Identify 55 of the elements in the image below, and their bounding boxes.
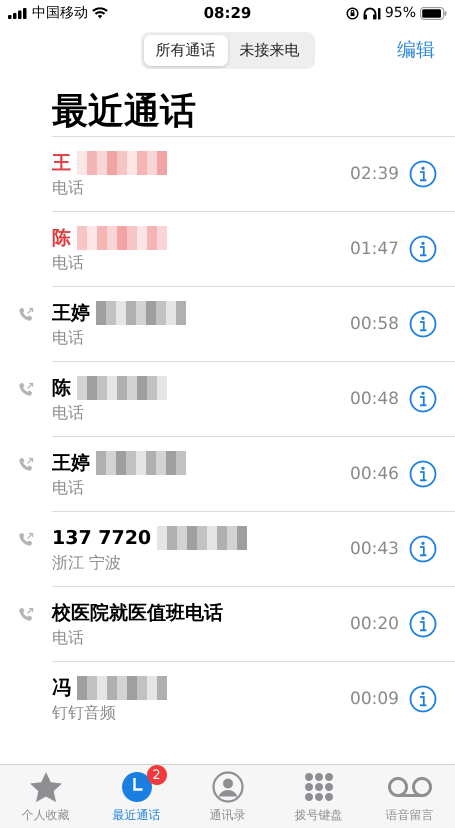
star-icon bbox=[28, 771, 62, 803]
keypad-icon bbox=[304, 772, 334, 802]
edit-button[interactable]: 编辑 bbox=[397, 37, 435, 63]
rotation-lock-icon bbox=[346, 6, 359, 20]
tab-bar-item[interactable]: 拨号键盘 bbox=[273, 765, 364, 828]
tab-bar-item[interactable]: 语音留言 bbox=[364, 765, 455, 828]
call-time: 00:46 bbox=[350, 464, 399, 484]
notification-badge: 2 bbox=[146, 765, 166, 785]
page-title: 最近通话 bbox=[51, 90, 197, 134]
call-time: 02:39 bbox=[350, 164, 399, 184]
contact-name: 王 bbox=[52, 150, 71, 176]
segment-tab[interactable]: 未接来电 bbox=[228, 34, 312, 66]
tab-bar-item[interactable]: 通讯录 bbox=[182, 765, 273, 828]
call-time: 00:48 bbox=[350, 389, 399, 409]
tab-bar-item[interactable]: 个人收藏 bbox=[0, 765, 91, 828]
carrier-name: 中国移动 bbox=[32, 4, 88, 22]
call-type-label: 钉钉音频 bbox=[52, 702, 117, 724]
info-icon[interactable] bbox=[409, 535, 437, 563]
info-icon[interactable] bbox=[409, 385, 437, 413]
call-type-label: 电话 bbox=[52, 402, 85, 424]
headphones-icon bbox=[362, 6, 381, 20]
signal-icon bbox=[8, 8, 28, 18]
tab-bar-item[interactable]: 2 最近通话 bbox=[91, 765, 182, 828]
call-time: 00:43 bbox=[350, 539, 399, 559]
battery-icon bbox=[420, 6, 447, 20]
status-time: 08:29 bbox=[204, 4, 252, 22]
contact-name: 陈 bbox=[52, 226, 71, 250]
call-type-label: 浙江 宁波 bbox=[52, 552, 122, 574]
call-time: 01:47 bbox=[350, 239, 399, 259]
clock-icon bbox=[120, 771, 152, 803]
call-type-label: 电话 bbox=[52, 478, 85, 498]
call-time: 00:58 bbox=[350, 314, 399, 334]
call-type-label: 电话 bbox=[52, 628, 85, 648]
contact-name: 冯 bbox=[52, 676, 71, 700]
info-icon[interactable] bbox=[409, 310, 437, 338]
segment-tab[interactable]: 所有通话 bbox=[144, 34, 228, 66]
call-type-label: 电话 bbox=[52, 178, 85, 198]
call-time: 00:09 bbox=[350, 689, 399, 709]
contact-name: 王婷 bbox=[52, 450, 90, 476]
info-icon[interactable] bbox=[409, 685, 437, 713]
contact-icon bbox=[212, 771, 244, 803]
contact-name: 校医院就医值班电话 bbox=[52, 600, 223, 626]
info-icon[interactable] bbox=[409, 160, 437, 188]
info-icon[interactable] bbox=[409, 610, 437, 638]
info-icon[interactable] bbox=[409, 235, 437, 263]
info-icon[interactable] bbox=[409, 460, 437, 488]
battery-percentage: 95% bbox=[384, 5, 416, 21]
call-type-label: 电话 bbox=[52, 328, 85, 348]
voicemail-icon bbox=[386, 776, 432, 798]
wifi-icon bbox=[92, 7, 108, 19]
contact-name: 137 7720 bbox=[52, 526, 152, 550]
contact-name: 王婷 bbox=[52, 300, 90, 326]
call-type-label: 电话 bbox=[52, 252, 85, 274]
contact-name: 陈 bbox=[52, 376, 71, 400]
call-time: 00:20 bbox=[350, 614, 399, 634]
